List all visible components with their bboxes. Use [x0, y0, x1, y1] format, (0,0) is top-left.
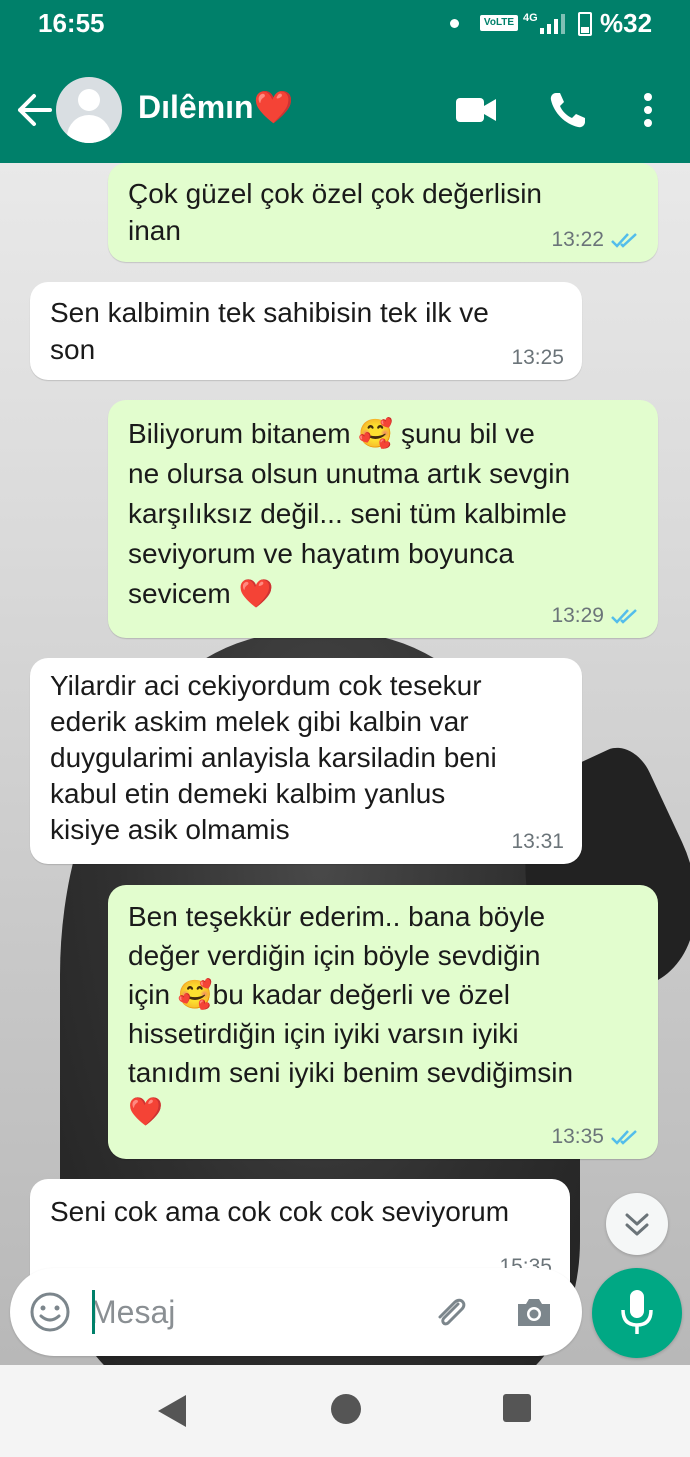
- message-text: Seni cok ama cok cok cok seviyorum: [50, 1196, 510, 1227]
- nav-home-icon[interactable]: [331, 1394, 361, 1424]
- back-arrow-icon[interactable]: [14, 90, 54, 130]
- message-meta: 13:35: [551, 1125, 640, 1149]
- status-time: 16:55: [38, 8, 105, 38]
- battery-icon: [578, 12, 592, 36]
- signal-icon: [540, 14, 565, 34]
- volte-badge: VoLTE: [480, 15, 518, 31]
- message-text: Biliyorum bitanem 🥰 şunu bil ve ne olurs…: [128, 418, 571, 609]
- message-time: 13:31: [511, 830, 564, 853]
- message-bubble-incoming[interactable]: Yilardir aci cekiyordum cok tesekur eder…: [30, 658, 582, 864]
- message-bubble-outgoing[interactable]: Biliyorum bitanem 🥰 şunu bil ve ne olurs…: [108, 400, 658, 638]
- message-meta: 13:29: [551, 604, 640, 628]
- attachment-icon[interactable]: [428, 1290, 472, 1334]
- message-time: 13:25: [511, 346, 564, 369]
- emoji-icon[interactable]: [28, 1290, 72, 1334]
- text-caret: [92, 1290, 95, 1334]
- message-composer: [10, 1268, 582, 1356]
- more-options-icon[interactable]: [626, 88, 670, 132]
- message-time: 13:35: [551, 1125, 604, 1148]
- nav-recents-icon[interactable]: [503, 1394, 531, 1422]
- message-meta: 13:25: [511, 346, 564, 370]
- message-time: 13:22: [551, 228, 604, 251]
- avatar-body: [67, 115, 111, 143]
- message-input[interactable]: [90, 1286, 410, 1338]
- status-bar: 16:55 VoLTE 4G %32: [0, 0, 690, 50]
- microphone-icon: [621, 1290, 653, 1334]
- camera-icon[interactable]: [512, 1290, 556, 1334]
- network-type: 4G: [523, 12, 538, 24]
- message-bubble-outgoing[interactable]: Ben teşekkür ederim.. bana böyle değer v…: [108, 885, 658, 1159]
- message-text: Yilardir aci cekiyordum cok tesekur eder…: [50, 670, 497, 845]
- contact-name[interactable]: Dılêmın❤️: [138, 88, 293, 126]
- scroll-to-bottom-button[interactable]: [606, 1193, 668, 1255]
- read-ticks-icon: [611, 233, 637, 248]
- avatar-head: [78, 89, 100, 111]
- message-bubble-outgoing[interactable]: Çok güzel çok özel çok değerlisin inan 1…: [108, 163, 658, 262]
- message-meta: 13:31: [511, 830, 564, 854]
- notification-dot-icon: [450, 19, 459, 28]
- message-bubble-incoming[interactable]: Sen kalbimin tek sahibisin tek ilk ve so…: [30, 282, 582, 380]
- video-call-icon[interactable]: [454, 88, 498, 132]
- system-navigation-bar: [0, 1365, 690, 1457]
- battery-percent: %32: [600, 8, 653, 38]
- contact-avatar[interactable]: [56, 77, 122, 143]
- voice-record-button[interactable]: [592, 1268, 682, 1358]
- chat-area[interactable]: Çok güzel çok özel çok değerlisin inan 1…: [0, 163, 690, 1365]
- voice-call-icon[interactable]: [546, 88, 590, 132]
- message-text: Sen kalbimin tek sahibisin tek ilk ve so…: [50, 297, 489, 365]
- message-time: 13:29: [551, 604, 604, 627]
- double-chevron-down-icon: [625, 1213, 649, 1236]
- read-ticks-icon: [611, 609, 637, 624]
- message-meta: 13:22: [551, 228, 640, 252]
- message-text: Çok güzel çok özel çok değerlisin inan: [128, 178, 542, 246]
- chat-header: Dılêmın❤️: [0, 60, 690, 160]
- read-ticks-icon: [611, 1130, 637, 1145]
- message-text: Ben teşekkür ederim.. bana böyle değer v…: [128, 901, 574, 1127]
- top-bar: 16:55 VoLTE 4G %32 Dılêmın❤️: [0, 0, 690, 163]
- nav-back-icon[interactable]: [156, 1393, 188, 1429]
